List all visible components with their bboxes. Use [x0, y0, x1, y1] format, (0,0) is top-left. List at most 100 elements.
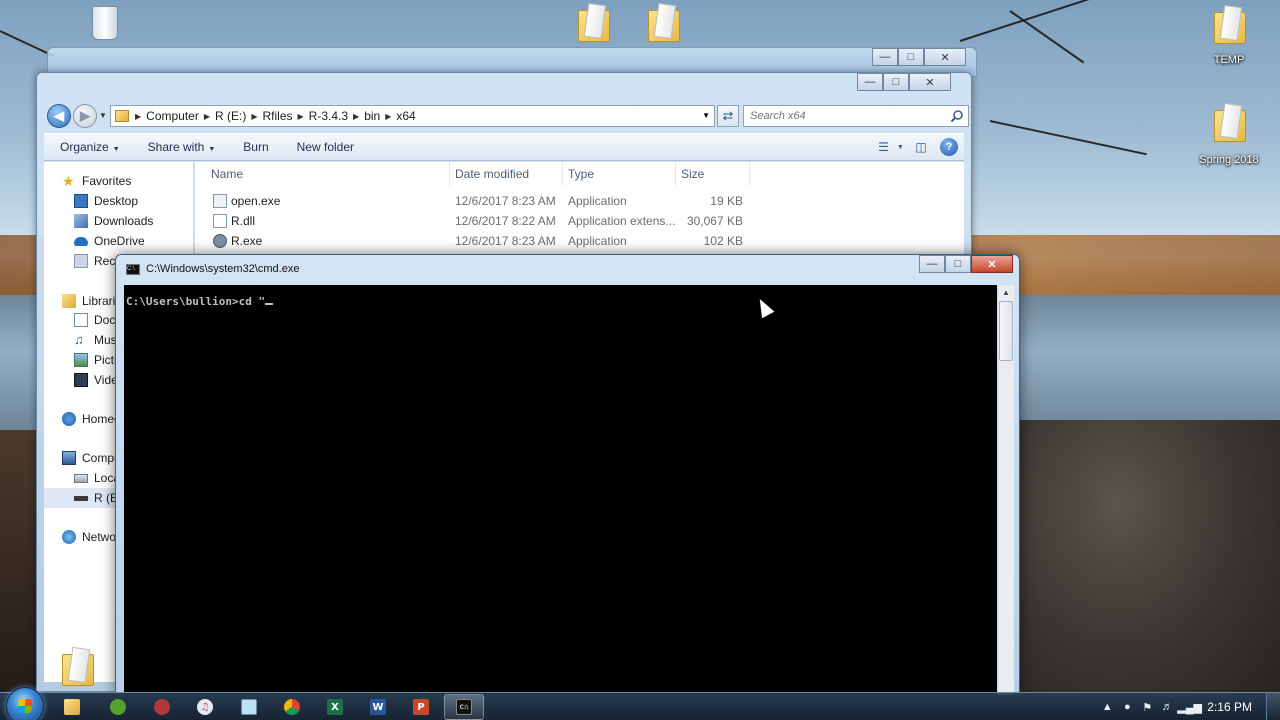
taskbar-app[interactable]: [142, 694, 182, 720]
clock[interactable]: 2:16 PM: [1207, 700, 1252, 714]
nav-item-homegroup[interactable]: Homeg: [62, 409, 121, 429]
console-output[interactable]: C:\Users\bullion>cd ": [124, 285, 997, 695]
burn-button[interactable]: Burn: [229, 140, 282, 154]
folder-icon: [578, 4, 610, 42]
nav-item-onedrive[interactable]: OneDrive: [74, 231, 145, 251]
new-folder-button[interactable]: New folder: [283, 140, 368, 154]
maximize-button[interactable]: □: [883, 73, 909, 91]
application-icon: [213, 194, 227, 208]
start-button[interactable]: [6, 687, 44, 720]
desktop-icon-label: TEMP: [1213, 54, 1245, 66]
desktop-icon-folder[interactable]: [558, 4, 628, 42]
pictures-icon: [74, 353, 88, 367]
desktop-icon-temp[interactable]: TEMP: [1194, 6, 1264, 66]
column-divider[interactable]: [562, 162, 563, 186]
desktop-icon-folder[interactable]: [628, 4, 698, 42]
nav-label: Favorites: [82, 174, 132, 188]
desktop-icon-spring-2018[interactable]: Spring 2018: [1194, 104, 1264, 166]
taskbar-explorer[interactable]: [52, 694, 92, 720]
file-name: R.exe: [231, 234, 263, 248]
recycle-bin-icon: [92, 6, 118, 40]
maximize-button[interactable]: □: [898, 48, 924, 66]
close-button[interactable]: ✕: [909, 73, 951, 91]
refresh-button[interactable]: ⇄: [717, 105, 739, 127]
nav-item-pictures[interactable]: Pictu: [74, 350, 121, 370]
nav-item-computer[interactable]: Compu: [62, 448, 121, 468]
back-button[interactable]: ◀: [47, 104, 71, 128]
scroll-thumb[interactable]: [999, 301, 1013, 361]
taskbar-chrome[interactable]: [272, 694, 312, 720]
nav-item-downloads[interactable]: Downloads: [74, 211, 153, 231]
column-divider[interactable]: [675, 162, 676, 186]
column-header-name[interactable]: Name: [211, 167, 243, 181]
taskbar-excel[interactable]: X: [315, 694, 355, 720]
recent-pages-dropdown-icon[interactable]: ▼: [99, 111, 107, 120]
breadcrumb-item[interactable]: Computer: [141, 109, 204, 123]
show-hidden-icons-icon[interactable]: ▲: [1097, 701, 1117, 713]
console-line: C:\Users\bullion>cd ": [126, 295, 274, 308]
column-header-type[interactable]: Type: [568, 167, 594, 181]
cmd-titlebar[interactable]: C:\ C:\Windows\system32\cmd.exe: [126, 263, 299, 275]
column-divider[interactable]: [449, 162, 450, 186]
breadcrumb[interactable]: ▶ Computer ▶ R (E:) ▶ Rfiles ▶ R-3.4.3 ▶…: [110, 105, 715, 127]
taskbar-app[interactable]: [98, 694, 138, 720]
close-button[interactable]: ✕: [971, 255, 1013, 273]
breadcrumb-item[interactable]: R-3.4.3: [304, 109, 353, 123]
nav-item-local-disk[interactable]: Loca: [74, 468, 120, 488]
breadcrumb-item[interactable]: Rfiles: [258, 109, 298, 123]
help-icon[interactable]: ?: [940, 138, 958, 156]
nav-item-desktop[interactable]: Desktop: [74, 191, 138, 211]
folder-icon: [648, 4, 680, 42]
volume-icon[interactable]: ♬: [1157, 701, 1177, 713]
nav-item-network[interactable]: Netwo: [62, 527, 116, 547]
star-icon: ★: [62, 173, 75, 189]
libraries-icon: [62, 294, 76, 308]
taskbar-cmd[interactable]: C:\: [444, 694, 484, 720]
flag-icon[interactable]: ⚑: [1137, 701, 1157, 714]
nav-item-music[interactable]: ♫ Musi: [74, 330, 119, 350]
table-row[interactable]: open.exe 12/6/2017 8:23 AM Application 1…: [195, 191, 964, 211]
maximize-button[interactable]: □: [945, 255, 971, 273]
breadcrumb-item[interactable]: bin: [359, 109, 385, 123]
desktop-icon-recycle-bin[interactable]: [70, 6, 140, 40]
search-icon[interactable]: [950, 109, 964, 123]
taskbar-word[interactable]: W: [358, 694, 398, 720]
column-header-size[interactable]: Size: [681, 167, 704, 181]
taskbar-notepad[interactable]: [229, 694, 269, 720]
excel-icon: X: [327, 699, 343, 715]
system-tray: ▲ ● ⚑ ♬ ▂▄▆ 2:16 PM: [1097, 693, 1280, 720]
minimize-button[interactable]: —: [872, 48, 898, 66]
search-box[interactable]: [743, 105, 969, 127]
breadcrumb-item[interactable]: R (E:): [210, 109, 251, 123]
cmd-icon: C:\: [126, 263, 140, 275]
taskbar-itunes[interactable]: ♫: [185, 694, 225, 720]
column-divider[interactable]: [749, 162, 750, 186]
change-view-icon[interactable]: ☰ ▼: [878, 138, 904, 156]
minimize-button[interactable]: —: [919, 255, 945, 273]
table-row[interactable]: R.dll 12/6/2017 8:22 AM Application exte…: [195, 211, 964, 231]
taskbar-powerpoint[interactable]: P: [401, 694, 441, 720]
file-date: 12/6/2017 8:22 AM: [455, 214, 556, 228]
address-dropdown-icon[interactable]: ▼: [702, 111, 710, 120]
scroll-up-icon[interactable]: ▲: [998, 285, 1014, 301]
organize-button[interactable]: Organize ▼: [44, 140, 134, 154]
music-icon: ♫: [74, 332, 84, 347]
breadcrumb-item[interactable]: x64: [391, 109, 420, 123]
vertical-scrollbar[interactable]: ▲: [997, 285, 1014, 695]
column-header-date[interactable]: Date modified: [455, 167, 529, 181]
share-with-button[interactable]: Share with ▼: [134, 140, 230, 154]
close-button[interactable]: ✕: [924, 48, 966, 66]
chevron-down-icon: ▼: [208, 146, 216, 153]
tray-app-icon[interactable]: ●: [1117, 701, 1137, 713]
recent-places-icon: [74, 254, 88, 268]
preview-pane-icon[interactable]: ◫: [910, 138, 932, 156]
table-row[interactable]: R.exe 12/6/2017 8:23 AM Application 102 …: [195, 231, 964, 251]
search-input[interactable]: [750, 110, 940, 122]
nav-item-libraries[interactable]: Librari: [62, 291, 115, 311]
show-desktop-button[interactable]: [1266, 693, 1280, 720]
network-signal-icon[interactable]: ▂▄▆: [1177, 701, 1202, 714]
minimize-button[interactable]: —: [857, 73, 883, 91]
forward-button[interactable]: ▶: [73, 104, 97, 128]
nav-item-favorites[interactable]: ★ Favorites: [62, 171, 131, 191]
r-logo-icon: [213, 234, 227, 248]
